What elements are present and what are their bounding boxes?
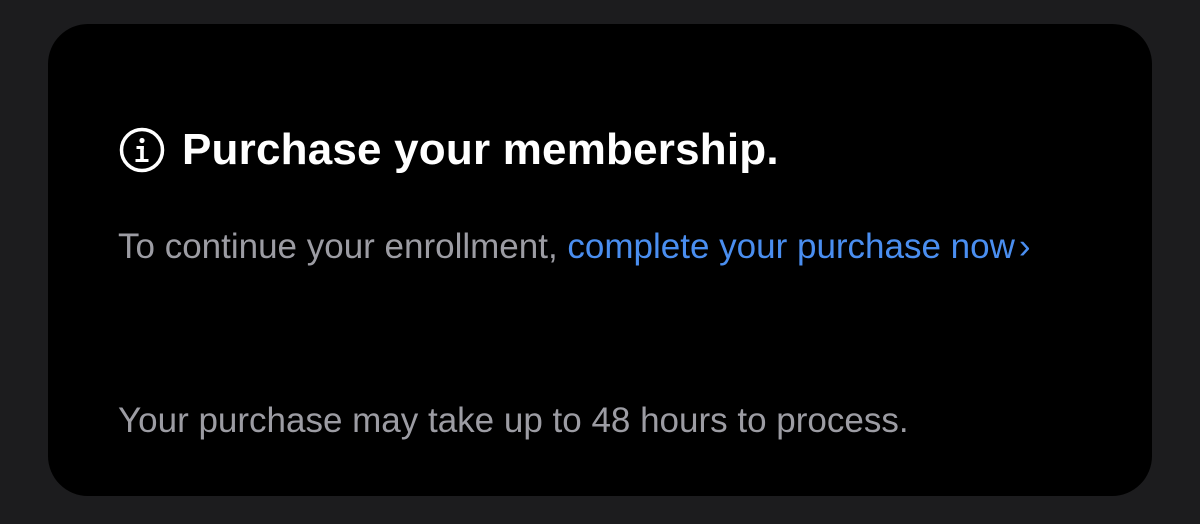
complete-purchase-link[interactable]: complete your purchase now › (567, 227, 1030, 266)
processing-note: Your purchase may take up to 48 hours to… (118, 401, 909, 440)
complete-purchase-link-label: complete your purchase now (567, 227, 1015, 266)
enrollment-lead-text: To continue your enrollment, (118, 227, 568, 266)
card-title: Purchase your membership. (182, 125, 779, 174)
info-icon (118, 126, 166, 174)
card-header: Purchase your membership. (118, 122, 779, 178)
chevron-right-icon: › (1018, 227, 1031, 266)
enrollment-message: To continue your enrollment, complete yo… (118, 212, 1078, 281)
membership-card: Purchase your membership. To continue yo… (48, 24, 1152, 496)
